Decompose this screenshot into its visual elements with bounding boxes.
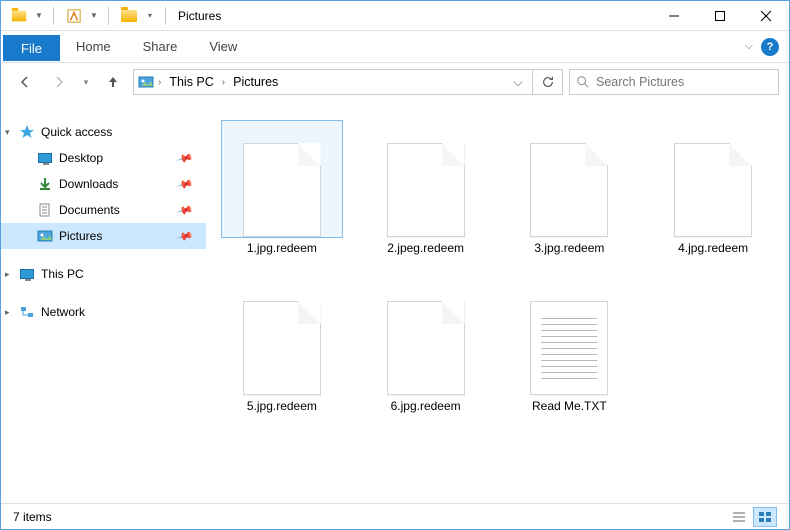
minimize-button[interactable] (651, 1, 697, 31)
nav-up-button[interactable] (99, 68, 127, 96)
titlebar: ▼ ▼ ▾ Pictures (1, 1, 789, 31)
sidebar-item-label: Network (41, 305, 85, 319)
pin-icon: 📌 (176, 201, 194, 219)
pictures-location-icon (138, 74, 154, 90)
documents-icon (37, 202, 53, 218)
blank-file-icon (530, 143, 608, 237)
file-item[interactable]: Read Me.TXT (502, 273, 638, 423)
file-item[interactable]: 3.jpg.redeem (502, 115, 638, 265)
star-icon (19, 124, 35, 140)
qat-customize-dropdown[interactable]: ▾ (143, 4, 157, 28)
help-icon[interactable]: ? (761, 38, 779, 56)
downloads-icon (37, 176, 53, 192)
nav-back-button[interactable] (11, 68, 39, 96)
file-item[interactable]: 1.jpg.redeem (214, 115, 350, 265)
qat-dropdown-1[interactable]: ▼ (33, 4, 45, 28)
file-item[interactable]: 6.jpg.redeem (358, 273, 494, 423)
close-button[interactable] (743, 1, 789, 31)
navbar: ▾ › This PC › Pictures ⌵ (1, 63, 789, 101)
breadcrumb-dropdown[interactable]: ⌵ (508, 75, 528, 90)
ribbon-tab-view[interactable]: View (193, 34, 253, 60)
qat-properties-icon[interactable] (62, 4, 86, 28)
chevron-right-icon[interactable]: ▸ (5, 269, 10, 280)
file-label: 4.jpg.redeem (678, 241, 748, 255)
text-file-icon (530, 301, 608, 395)
sidebar-item-label: This PC (41, 267, 84, 281)
ribbon-tab-share[interactable]: Share (127, 34, 194, 60)
chevron-right-icon[interactable]: › (158, 77, 161, 88)
sidebar-network[interactable]: ▸ Network (1, 299, 206, 325)
ribbon-file-tab[interactable]: File (3, 35, 60, 61)
file-label: Read Me.TXT (532, 399, 607, 413)
search-box[interactable] (569, 69, 779, 95)
file-label: 5.jpg.redeem (247, 399, 317, 413)
nav-forward-button[interactable] (45, 68, 73, 96)
desktop-icon (37, 150, 53, 166)
breadcrumb[interactable]: › This PC › Pictures ⌵ (133, 69, 533, 95)
ribbon-tab-home[interactable]: Home (60, 34, 127, 60)
file-label: 1.jpg.redeem (247, 241, 317, 255)
sidebar-item-downloads[interactable]: Downloads 📌 (1, 171, 206, 197)
sidebar-item-label: Desktop (59, 151, 103, 165)
sidebar-item-desktop[interactable]: Desktop 📌 (1, 145, 206, 171)
breadcrumb-pictures[interactable]: Pictures (229, 75, 282, 89)
blank-file-icon (243, 143, 321, 237)
statusbar: 7 items (1, 503, 789, 529)
view-details-button[interactable] (727, 507, 751, 527)
ribbon: File Home Share View ⌵ ? (1, 31, 789, 63)
file-label: 2.jpeg.redeem (387, 241, 464, 255)
explorer-app-icon[interactable] (7, 4, 31, 28)
computer-icon (19, 266, 35, 282)
sidebar-item-documents[interactable]: Documents 📌 (1, 197, 206, 223)
chevron-right-icon[interactable]: › (222, 77, 225, 88)
maximize-button[interactable] (697, 1, 743, 31)
refresh-button[interactable] (533, 69, 563, 95)
file-item[interactable]: 2.jpeg.redeem (358, 115, 494, 265)
sidebar-item-label: Quick access (41, 125, 112, 139)
blank-file-icon (243, 301, 321, 395)
pin-icon: 📌 (176, 149, 194, 167)
sidebar-quick-access[interactable]: ▾ Quick access (1, 119, 206, 145)
chevron-down-icon[interactable]: ▾ (5, 127, 10, 138)
file-label: 6.jpg.redeem (391, 399, 461, 413)
file-item[interactable]: 4.jpg.redeem (645, 115, 781, 265)
chevron-right-icon[interactable]: ▸ (5, 307, 10, 318)
blank-file-icon (674, 143, 752, 237)
file-item[interactable]: 5.jpg.redeem (214, 273, 350, 423)
sidebar-this-pc[interactable]: ▸ This PC (1, 261, 206, 287)
blank-file-icon (387, 143, 465, 237)
breadcrumb-thispc[interactable]: This PC (165, 75, 217, 89)
sidebar-item-label: Downloads (59, 177, 118, 191)
pin-icon: 📌 (176, 227, 194, 245)
network-icon (19, 304, 35, 320)
view-large-icons-button[interactable] (753, 507, 777, 527)
ribbon-expand-icon[interactable]: ⌵ (745, 40, 753, 53)
file-label: 3.jpg.redeem (534, 241, 604, 255)
search-input[interactable] (596, 75, 772, 89)
nav-recent-dropdown[interactable]: ▾ (79, 68, 93, 96)
qat-dropdown-2[interactable]: ▼ (88, 4, 100, 28)
blank-file-icon (387, 301, 465, 395)
sidebar-item-pictures[interactable]: Pictures 📌 (1, 223, 206, 249)
pin-icon: 📌 (176, 175, 194, 193)
sidebar-item-label: Documents (59, 203, 120, 217)
file-grid: 1.jpg.redeem 2.jpeg.redeem 3.jpg.redeem 4.j… (206, 101, 789, 497)
search-icon (576, 75, 590, 89)
qat-folder-icon[interactable] (117, 4, 141, 28)
sidebar: ▾ Quick access Desktop 📌 Downloads 📌 (1, 101, 206, 497)
sidebar-item-label: Pictures (59, 229, 102, 243)
status-item-count: 7 items (13, 510, 52, 524)
pictures-icon (37, 228, 53, 244)
window-title: Pictures (174, 9, 221, 23)
